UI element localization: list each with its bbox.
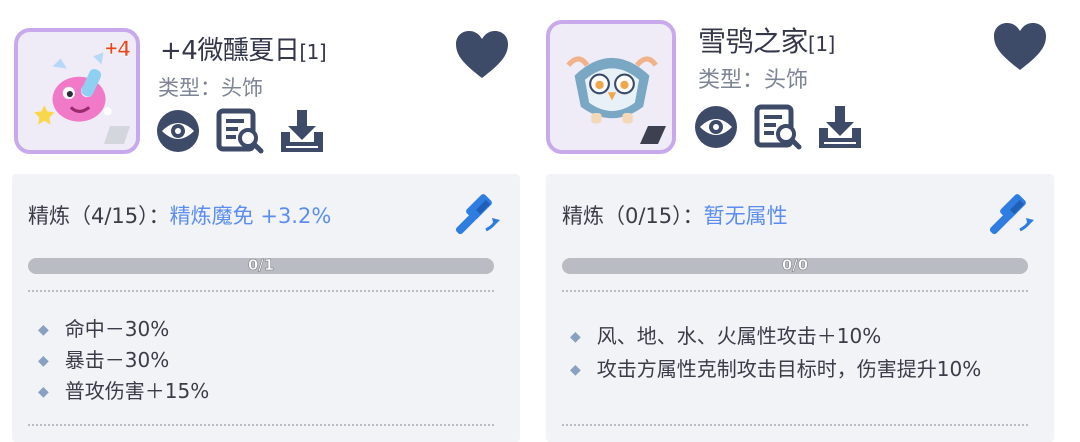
item-type: 类型：头饰 <box>698 68 809 93</box>
divider <box>562 424 1028 426</box>
stat-text: 命中－30% <box>64 317 170 341</box>
snow-owl-art-icon <box>566 56 658 124</box>
corner-tag-icon <box>104 126 130 144</box>
corner-tag-icon <box>640 126 666 144</box>
item-title-tag: [1] <box>299 40 327 64</box>
item-icon-frame[interactable] <box>546 20 676 154</box>
inspect-button[interactable] <box>754 104 802 150</box>
stat-list: ◆ 命中－30% ◆ 暴击－30% ◆ 普攻伤害＋15% <box>38 314 209 407</box>
item-title-text: +4微醺夏日 <box>160 36 300 66</box>
refine-row: 精炼（0/15）：暂无属性 <box>562 200 788 230</box>
item-icon-frame[interactable]: +4 <box>14 28 140 154</box>
stat-item: ◆ 攻击方属性克制攻击目标时，伤害提升10% <box>558 353 1048 386</box>
diamond-bullet-icon: ◆ <box>38 384 49 400</box>
item-title-tag: [1] <box>808 32 835 56</box>
stat-text: 攻击方属性克制攻击目标时，伤害提升10% <box>596 357 982 381</box>
stat-list: ◆ 风、地、水、火属性攻击＋10% ◆ 攻击方属性克制攻击目标时，伤害提升10% <box>558 320 1048 386</box>
stat-text: 普攻伤害＋15% <box>64 379 210 403</box>
stat-text: 暴击－30% <box>64 348 170 372</box>
stat-item: ◆ 风、地、水、火属性攻击＋10% <box>558 320 1048 353</box>
divider <box>562 290 1028 292</box>
view-eye-icon <box>157 110 199 152</box>
view-eye-icon <box>695 106 737 148</box>
item-title: 雪鸮之家[1] <box>698 20 835 60</box>
item-type: 类型：头饰 <box>158 76 263 100</box>
hammer-icon[interactable] <box>450 190 502 242</box>
refine-label: 精炼（4/15）： <box>28 204 170 228</box>
refine-progress-text: 0/0 <box>781 256 809 275</box>
diamond-bullet-icon: ◆ <box>570 362 581 378</box>
action-bar <box>692 104 864 150</box>
refine-progress-text: 0/1 <box>247 256 275 275</box>
item-card-right: 雪鸮之家[1] 类型：头饰 精炼（0/15）：暂无属性 0/0 ◆ 风、地、水、… <box>534 0 1064 442</box>
diamond-bullet-icon: ◆ <box>38 353 49 369</box>
diamond-bullet-icon: ◆ <box>38 322 49 338</box>
stat-item: ◆ 普攻伤害＋15% <box>38 376 209 407</box>
stat-item: ◆ 暴击－30% <box>38 345 209 376</box>
refine-progress-bar: 0/0 <box>562 256 1028 275</box>
refine-box: 精炼（0/15）：暂无属性 0/0 ◆ 风、地、水、火属性攻击＋10% ◆ 攻击方属性… <box>546 174 1054 442</box>
inspect-document-icon <box>216 108 264 154</box>
item-title: +4微醺夏日[1] <box>160 30 327 67</box>
view-button[interactable] <box>154 108 202 154</box>
item-card-left: +4 +4微醺夏日[1] 类型：头饰 精炼（4/15）：精炼魔免 +3.2% 0… <box>0 0 530 442</box>
download-button[interactable] <box>278 108 326 154</box>
refine-row: 精炼（4/15）：精炼魔免 +3.2% <box>28 200 331 230</box>
refine-label: 精炼（0/15）： <box>562 204 704 228</box>
divider <box>28 424 494 426</box>
refine-value: 精炼魔免 +3.2% <box>169 204 332 228</box>
hammer-icon[interactable] <box>984 190 1036 242</box>
divider <box>28 290 494 292</box>
download-icon <box>281 110 323 152</box>
refine-value: 暂无属性 <box>703 204 788 228</box>
heart-icon[interactable] <box>992 22 1048 72</box>
download-icon <box>819 106 861 148</box>
stat-item: ◆ 命中－30% <box>38 314 209 345</box>
refine-progress-bar: 0/1 <box>28 256 494 275</box>
refine-box: 精炼（4/15）：精炼魔免 +3.2% 0/1 ◆ 命中－30% ◆ 暴击－30% ◆ 普… <box>12 174 520 442</box>
view-button[interactable] <box>692 104 740 150</box>
inspect-button[interactable] <box>216 108 264 154</box>
inspect-document-icon <box>754 104 802 150</box>
heart-icon[interactable] <box>454 30 510 80</box>
action-bar <box>154 108 326 154</box>
stat-text: 风、地、水、火属性攻击＋10% <box>596 324 882 348</box>
item-title-text: 雪鸮之家 <box>698 25 809 58</box>
download-button[interactable] <box>816 104 864 150</box>
plus-level-badge: +4 <box>104 36 131 62</box>
diamond-bullet-icon: ◆ <box>570 329 581 345</box>
